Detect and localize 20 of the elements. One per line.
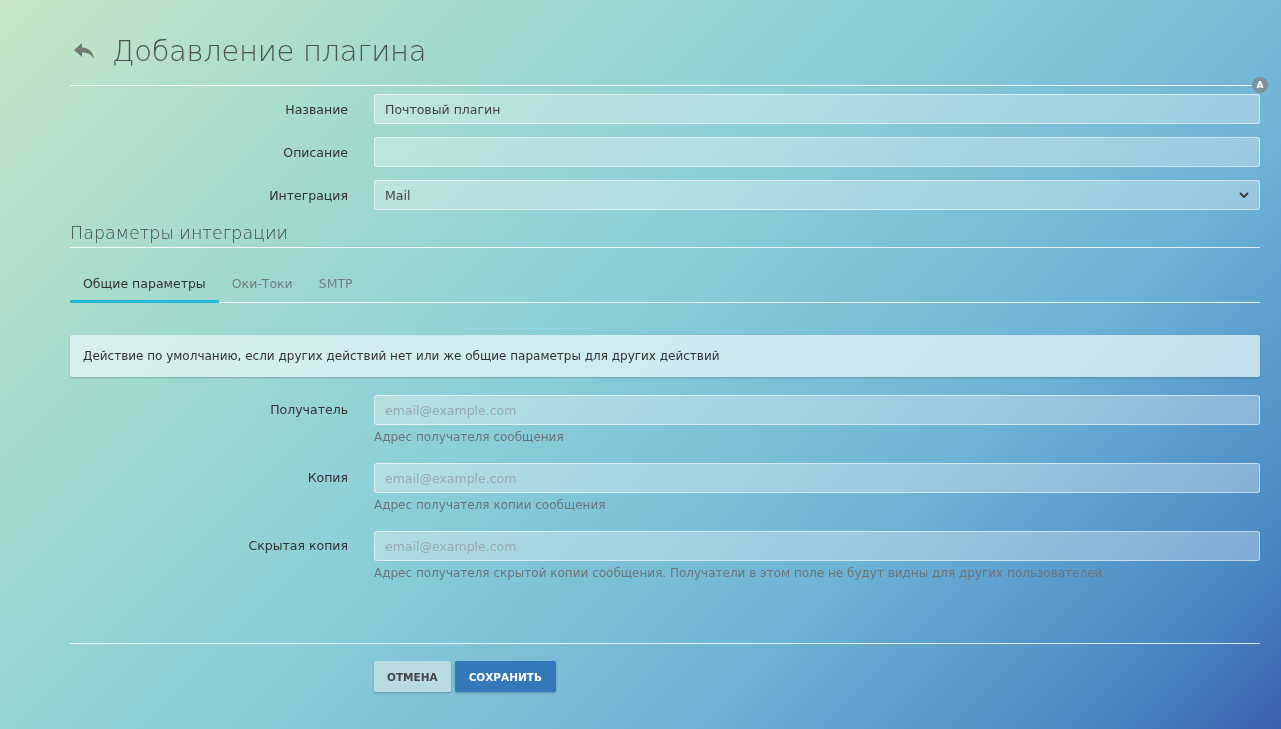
field-label: Скрытая копия <box>247 537 349 555</box>
help-text: Адрес получателя скрытой копии сообщения. Получатели в этом поле не будут видны для других пользователей <box>374 565 1104 581</box>
avatar-badge[interactable]: A <box>1252 77 1268 93</box>
field-label: Название <box>284 101 349 117</box>
help-text: Адрес получателя копии сообщения <box>374 497 607 513</box>
section-title: Параметры интеграции <box>70 223 290 245</box>
field-label: Копия <box>306 469 349 487</box>
select-field[interactable]: Mail <box>374 180 1260 210</box>
chevron-down-icon <box>1239 192 1249 198</box>
save-button[interactable]: СОХРАНИТЬ <box>454 661 556 692</box>
field-label: Получатель <box>269 401 349 419</box>
tab[interactable]: Общие параметры <box>70 272 219 303</box>
field-label: Описание <box>282 144 349 160</box>
text-field[interactable] <box>374 137 1260 167</box>
text-field[interactable]: Почтовый плагин <box>374 94 1260 124</box>
help-text: Адрес получателя сообщения <box>374 429 565 445</box>
field-label: Интеграция <box>268 187 349 203</box>
cancel-button[interactable]: ОТМЕНА <box>374 661 451 692</box>
page-title: Добавление плагина <box>112 34 427 68</box>
info-alert: Действие по умолчанию, если других действий нет или же общие параметры для других действий <box>70 335 1260 377</box>
